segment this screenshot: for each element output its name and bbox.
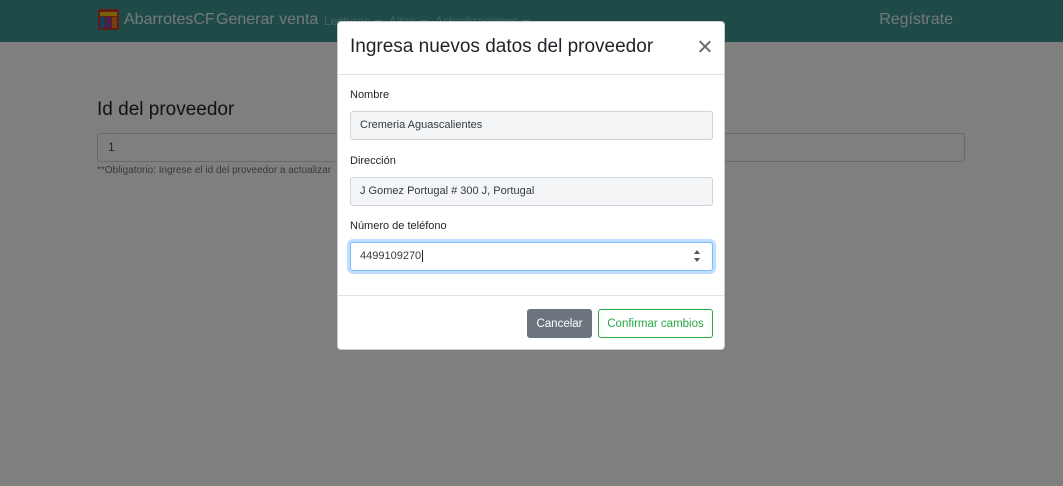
nombre-value: Cremeria Aguascalientes: [360, 119, 483, 131]
telefono-input[interactable]: 4499109270: [350, 242, 713, 271]
nombre-input[interactable]: Cremeria Aguascalientes: [350, 111, 713, 140]
modal-footer: Cancelar Confirmar cambios: [338, 295, 724, 350]
edit-provider-modal: Ingresa nuevos datos del proveedor Nombr…: [337, 21, 725, 350]
number-spinner-icon[interactable]: [694, 250, 702, 264]
telefono-value: 4499109270: [360, 250, 422, 262]
direccion-label: Dirección: [350, 155, 396, 167]
modal-header: Ingresa nuevos datos del proveedor: [338, 22, 724, 75]
cancel-button[interactable]: Cancelar: [527, 309, 592, 338]
direccion-value: J Gomez Portugal # 300 J, Portugal: [360, 185, 535, 197]
confirm-changes-button[interactable]: Confirmar cambios: [598, 309, 713, 338]
modal-title: Ingresa nuevos datos del proveedor: [350, 36, 654, 57]
text-cursor: [422, 250, 424, 263]
telefono-label: Número de teléfono: [350, 220, 447, 232]
nombre-label: Nombre: [350, 89, 390, 101]
close-icon[interactable]: [696, 38, 714, 56]
direccion-input[interactable]: J Gomez Portugal # 300 J, Portugal: [350, 177, 713, 206]
